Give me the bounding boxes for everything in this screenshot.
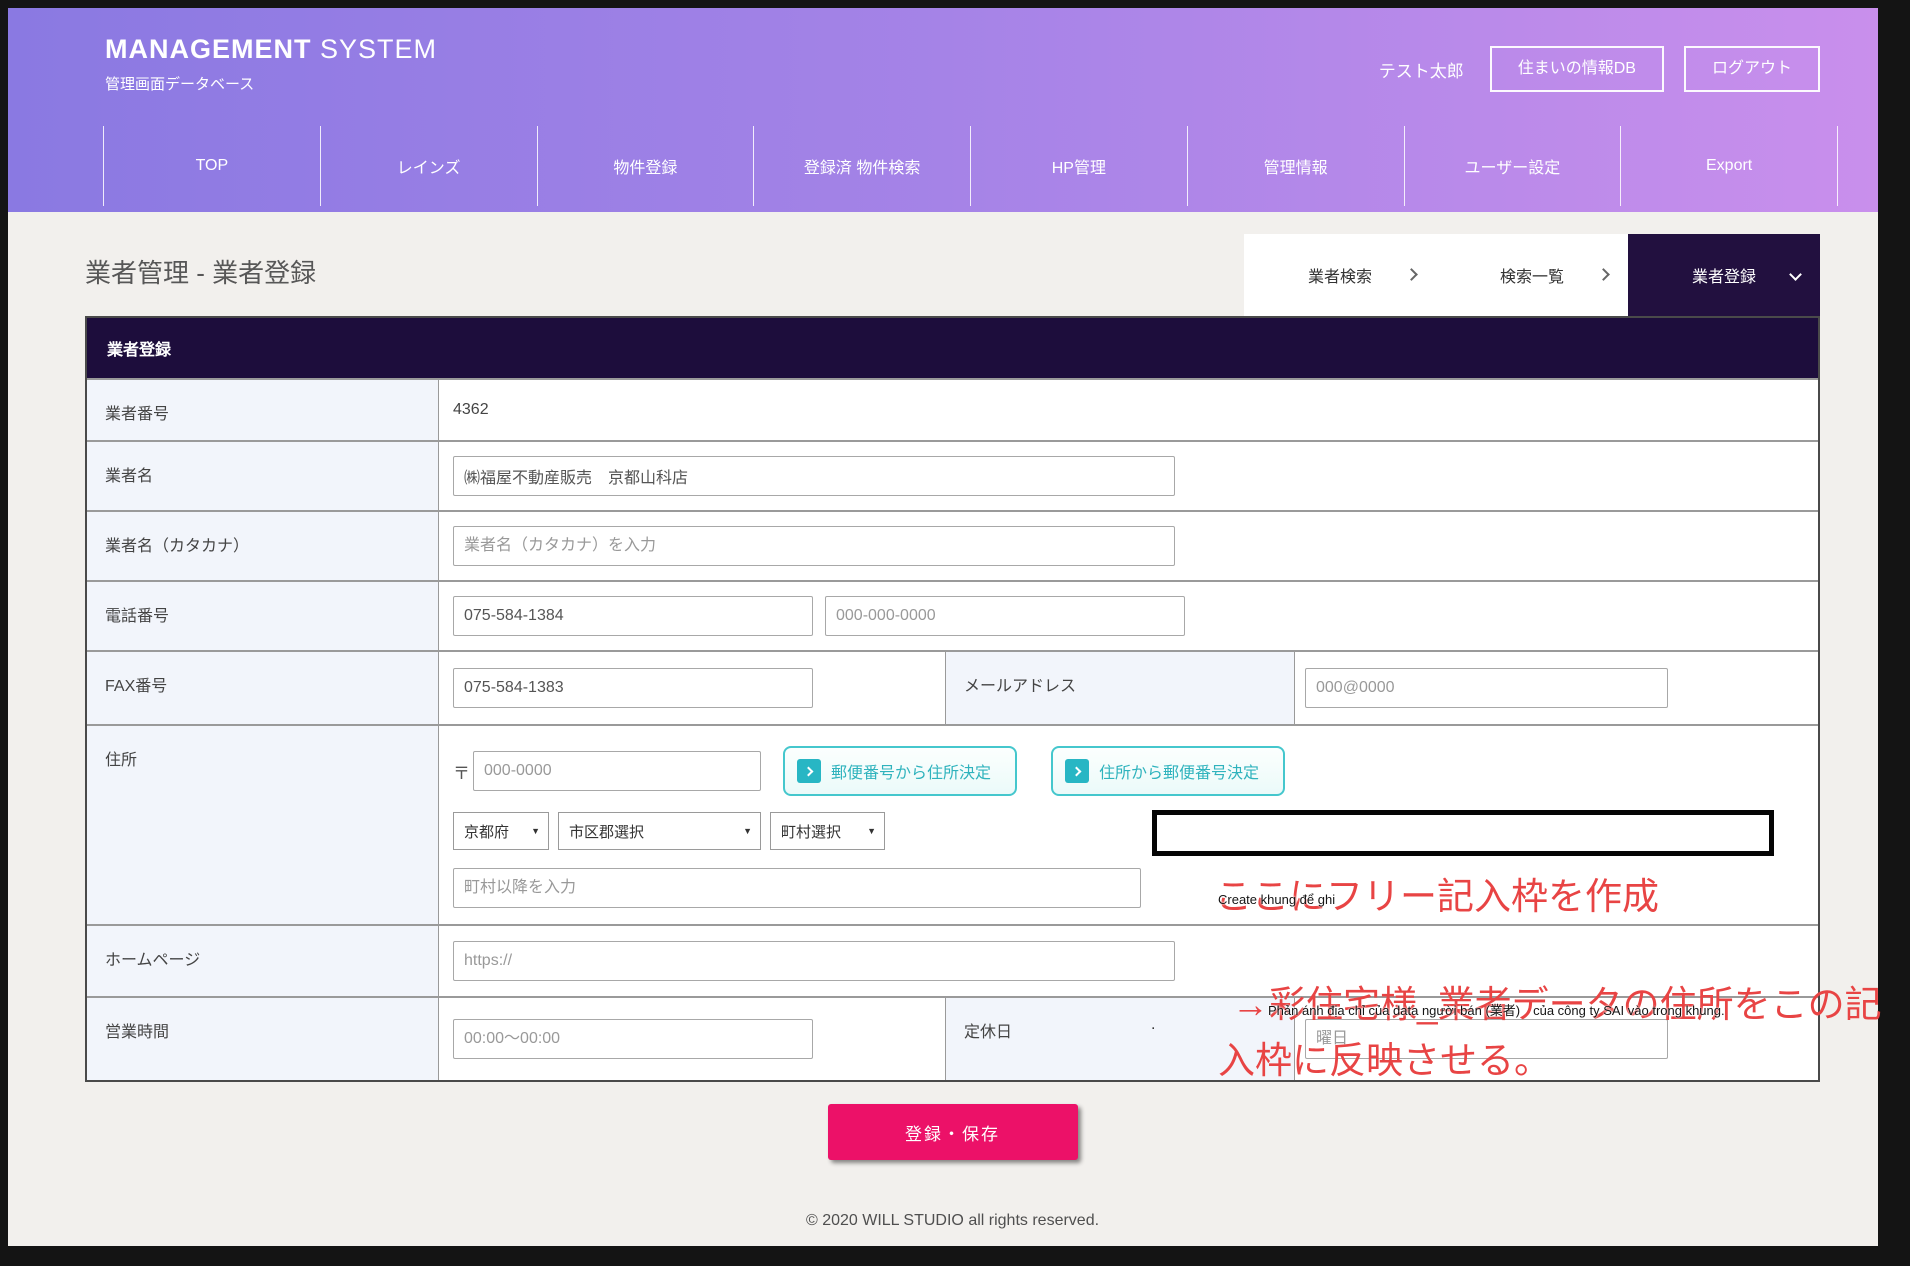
vendor-number-label: 業者番号 — [87, 380, 439, 440]
nav-item-user-settings[interactable]: ユーザー設定 — [1404, 126, 1621, 206]
select-arrow-icon: ▼ — [531, 826, 540, 836]
chevron-right-icon — [1597, 268, 1610, 281]
tab-vendor-search[interactable]: 業者検索 — [1244, 234, 1436, 316]
address-to-zip-label: 住所から郵便番号決定 — [1099, 759, 1259, 783]
postal-mark: 〒 — [453, 759, 470, 784]
vendor-name-kana-label: 業者名（カタカナ） — [87, 512, 439, 580]
header-actions: テスト太郎 住まいの情報DB ログアウト — [1379, 46, 1820, 92]
zip-to-address-button[interactable]: 郵便番号から住所決定 — [783, 746, 1017, 796]
phone-label: 電話番号 — [87, 582, 439, 650]
row-fax-email: FAX番号 メールアドレス — [87, 650, 1818, 724]
save-button[interactable]: 登録・保存 — [828, 1104, 1078, 1160]
tab-search-results-label: 検索一覧 — [1500, 263, 1564, 287]
prefecture-select[interactable]: 京都府 ▼ — [453, 812, 549, 850]
select-arrow-icon: ▼ — [867, 826, 876, 836]
nav-item-reins[interactable]: レインズ — [320, 126, 537, 206]
logout-button[interactable]: ログアウト — [1684, 46, 1820, 92]
form-section-header: 業者登録 — [87, 318, 1818, 378]
annotation-red-line-3: 入枠に反映させる。 — [1218, 1042, 1551, 1079]
town-select-value: 町村選択 — [781, 821, 841, 842]
homepage-input[interactable] — [453, 941, 1175, 981]
email-input[interactable] — [1305, 668, 1668, 708]
nav-item-hp-admin[interactable]: HP管理 — [970, 126, 1187, 206]
main-nav: TOP レインズ 物件登録 登録済 物件検索 HP管理 管理情報 ユーザー設定 … — [103, 126, 1838, 206]
nav-item-top[interactable]: TOP — [103, 126, 320, 206]
user-name: テスト太郎 — [1379, 57, 1464, 82]
fax-label: FAX番号 — [87, 652, 439, 724]
email-label: メールアドレス — [945, 652, 1295, 724]
annotation-note-1: Create khung để ghi — [1218, 893, 1335, 906]
page-title: 業者管理 - 業者登録 — [85, 253, 316, 290]
chevron-right-icon — [797, 759, 821, 783]
row-vendor-name-kana: 業者名（カタカナ） — [87, 510, 1818, 580]
save-area: 登録・保存 — [85, 1104, 1820, 1160]
city-select[interactable]: 市区郡選択 ▼ — [558, 812, 761, 850]
tab-search-results[interactable]: 検索一覧 — [1436, 234, 1628, 316]
annotation-note-2: Phản ánh địa chỉ của data người bán (業者)… — [1268, 1004, 1725, 1017]
business-hours-label: 営業時間 — [87, 998, 439, 1080]
brand: MANAGEMENT SYSTEM 管理画面データベース — [105, 34, 437, 94]
footer-copyright: © 2020 WILL STUDIO all rights reserved. — [85, 1212, 1820, 1230]
vendor-number-value: 4362 — [453, 401, 489, 419]
address-postal-row: 〒 郵便番号から住所決定 住所から郵便番号決定 — [453, 746, 1818, 796]
stray-dot: . — [1151, 1016, 1155, 1034]
select-arrow-icon: ▼ — [743, 826, 752, 836]
prefecture-select-value: 京都府 — [464, 821, 509, 842]
zip-to-address-label: 郵便番号から住所決定 — [831, 759, 991, 783]
city-select-value: 市区郡選択 — [569, 821, 644, 842]
homepage-label: ホームページ — [87, 926, 439, 996]
chevron-down-icon — [1789, 268, 1802, 281]
app-header: MANAGEMENT SYSTEM 管理画面データベース テスト太郎 住まいの情… — [8, 8, 1878, 212]
brand-title: MANAGEMENT SYSTEM — [105, 34, 437, 65]
title-band: 業者管理 - 業者登録 業者検索 検索一覧 業者登録 — [85, 212, 1820, 316]
main-content: 業者管理 - 業者登録 業者検索 検索一覧 業者登録 業者登録 — [8, 212, 1878, 1230]
vendor-name-kana-input[interactable] — [453, 526, 1175, 566]
nav-item-admin-info[interactable]: 管理情報 — [1187, 126, 1404, 206]
postal-code-input[interactable] — [473, 751, 761, 791]
phone-input-2[interactable] — [825, 596, 1185, 636]
vendor-name-input[interactable] — [453, 456, 1175, 496]
free-entry-box-annotation — [1152, 810, 1774, 856]
vendor-register-form: 業者登録 業者番号 4362 業者名 業者名（カタカナ） 電話番号 — [85, 316, 1820, 1082]
brand-title-bold: MANAGEMENT — [105, 34, 312, 64]
nav-item-export[interactable]: Export — [1620, 126, 1838, 206]
address-label: 住所 — [87, 726, 439, 924]
vendor-name-label: 業者名 — [87, 442, 439, 510]
row-phone: 電話番号 — [87, 580, 1818, 650]
app-page: MANAGEMENT SYSTEM 管理画面データベース テスト太郎 住まいの情… — [8, 8, 1878, 1246]
brand-subtitle: 管理画面データベース — [105, 73, 437, 94]
street-input[interactable] — [453, 868, 1141, 908]
chevron-right-icon — [1065, 759, 1089, 783]
business-hours-input[interactable] — [453, 1019, 813, 1059]
address-to-zip-button[interactable]: 住所から郵便番号決定 — [1051, 746, 1285, 796]
row-vendor-name: 業者名 — [87, 440, 1818, 510]
breadcrumb-tabs: 業者検索 検索一覧 業者登録 — [1244, 234, 1820, 316]
nav-item-property-register[interactable]: 物件登録 — [537, 126, 754, 206]
town-select[interactable]: 町村選択 ▼ — [770, 812, 885, 850]
nav-item-property-search[interactable]: 登録済 物件検索 — [753, 126, 970, 206]
tab-vendor-register-label: 業者登録 — [1692, 263, 1756, 287]
phone-input-1[interactable] — [453, 596, 813, 636]
chevron-right-icon — [1405, 268, 1418, 281]
tab-vendor-search-label: 業者検索 — [1308, 263, 1372, 287]
tab-vendor-register[interactable]: 業者登録 — [1628, 234, 1820, 316]
holiday-label-text: 定休日 — [964, 1024, 1012, 1041]
fax-input[interactable] — [453, 668, 813, 708]
brand-title-light: SYSTEM — [320, 34, 437, 64]
housing-info-db-button[interactable]: 住まいの情報DB — [1490, 46, 1664, 92]
row-vendor-number: 業者番号 4362 — [87, 378, 1818, 440]
